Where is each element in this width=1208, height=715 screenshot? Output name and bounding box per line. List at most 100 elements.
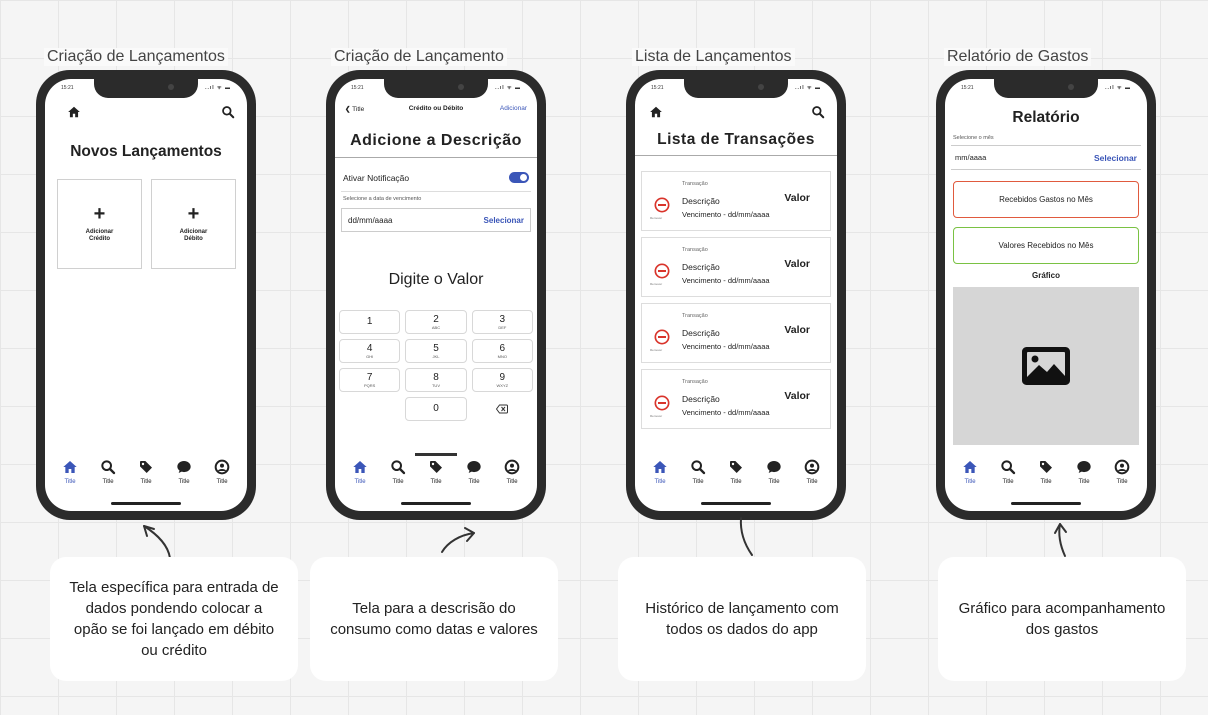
canvas-title-criacao-lancamento: Criação de Lançamento bbox=[331, 48, 507, 66]
select-month-button[interactable]: Selecionar bbox=[1094, 153, 1137, 163]
status-icons: ..ıl ᯤ ▬ bbox=[795, 85, 821, 91]
status-time: 15:21 bbox=[961, 85, 974, 91]
chart-placeholder bbox=[953, 287, 1139, 445]
numeric-keypad: 1 2 ABC 3 DEF 4 GHI 5 JKL 6 MNO 7 PQRS 8 TUV 9W… bbox=[339, 310, 533, 421]
screen-adicione-descricao: 15:21 ..ıl ᯤ ▬ ❮ Title Crédito ou Débito… bbox=[335, 79, 537, 511]
arrow-note-3 bbox=[739, 517, 753, 556]
tab-profile[interactable]: Title bbox=[207, 459, 237, 485]
remove-icon[interactable] bbox=[654, 197, 670, 213]
tab-chat[interactable]: Title bbox=[759, 459, 789, 485]
key-digit: 5 bbox=[433, 342, 439, 354]
transaction-description: Descrição bbox=[682, 394, 720, 404]
canvas-title-criacao-lancamentos: Criação de Lançamentos bbox=[44, 48, 228, 66]
note-historico: Histórico de lançamento com todos os dad… bbox=[618, 557, 866, 681]
home-indicator bbox=[1011, 502, 1081, 505]
received-month-button[interactable]: Valores Recebidos no Mês bbox=[953, 227, 1139, 264]
month-field[interactable]: mm/aaaa Selecionar bbox=[951, 145, 1141, 170]
back-button[interactable]: ❮ Title bbox=[345, 105, 364, 113]
remove-icon[interactable] bbox=[654, 395, 670, 411]
search-icon bbox=[391, 460, 406, 475]
tab-profile[interactable]: Title bbox=[497, 459, 527, 485]
tab-tags[interactable]: Title bbox=[1031, 459, 1061, 485]
key-6[interactable]: 6 MNO bbox=[471, 339, 533, 363]
key-digit: 1 bbox=[366, 316, 373, 327]
tab-bar: Title Title Title Title Title bbox=[945, 459, 1147, 495]
remove-icon[interactable] bbox=[654, 263, 670, 279]
key-2[interactable]: 2 ABC bbox=[405, 310, 467, 334]
spent-month-button[interactable]: Recebidos Gastos no Mês bbox=[953, 181, 1139, 218]
tab-home[interactable]: Title bbox=[345, 459, 375, 485]
key-8[interactable]: 8 TUV bbox=[405, 368, 467, 392]
key-1[interactable]: 1 bbox=[339, 310, 401, 334]
key-3[interactable]: 3 DEF bbox=[471, 310, 533, 334]
tab-label: Title bbox=[768, 479, 780, 485]
home-icon[interactable] bbox=[67, 105, 81, 119]
tab-tags[interactable]: Title bbox=[131, 459, 161, 485]
home-icon[interactable] bbox=[649, 105, 663, 119]
tab-home[interactable]: Title bbox=[55, 459, 85, 485]
tab-search[interactable]: Title bbox=[383, 459, 413, 485]
tab-chat[interactable]: Title bbox=[1069, 459, 1099, 485]
user-icon bbox=[214, 459, 230, 475]
remove-icon[interactable] bbox=[654, 329, 670, 345]
nav-bar: ❮ Title Crédito ou Débito Adicionar bbox=[345, 105, 527, 117]
tab-search[interactable]: Title bbox=[993, 459, 1023, 485]
list-item[interactable]: Remover Transação Descrição Valor Vencim… bbox=[641, 369, 831, 429]
arrow-note-1 bbox=[143, 525, 171, 559]
select-date-button[interactable]: Selecionar bbox=[484, 216, 524, 225]
search-icon[interactable] bbox=[221, 105, 235, 119]
tab-label: Title bbox=[354, 479, 366, 485]
tab-tags[interactable]: Title bbox=[721, 459, 751, 485]
list-item[interactable]: Remover Transação Descrição Valor Vencim… bbox=[641, 303, 831, 363]
key-delete[interactable] bbox=[471, 397, 533, 421]
remove-label: Remover bbox=[650, 216, 663, 220]
add-button[interactable]: Adicionar bbox=[500, 105, 527, 112]
key-letters: WXYZ bbox=[496, 382, 509, 388]
key-letters: MNO bbox=[497, 353, 507, 359]
key-4[interactable]: 4 GHI bbox=[339, 339, 401, 363]
search-icon[interactable] bbox=[811, 105, 825, 119]
tab-label: Title bbox=[964, 479, 976, 485]
add-credit-card[interactable]: + Adicionar Crédito bbox=[57, 179, 142, 269]
key-digit: 8 bbox=[433, 371, 439, 383]
phone-novos-lancamentos: 15:21 ..ıl ᯤ ▬ Novos Lançamentos + Adici… bbox=[36, 70, 256, 520]
key-empty bbox=[339, 397, 400, 421]
tag-icon bbox=[430, 461, 442, 473]
key-digit: 4 bbox=[366, 342, 373, 354]
phone-notch bbox=[94, 79, 198, 98]
tab-chat[interactable]: Title bbox=[459, 459, 489, 485]
key-9[interactable]: 9 WXYZ bbox=[471, 368, 533, 392]
key-0[interactable]: 0 bbox=[405, 397, 467, 421]
key-digit: 0 bbox=[433, 403, 439, 414]
tab-search[interactable]: Title bbox=[683, 459, 713, 485]
month-hint: Selecione o mês bbox=[953, 135, 994, 141]
transaction-due-date: Vencimento - dd/mm/aaaa bbox=[682, 408, 770, 417]
tab-label: Title bbox=[654, 479, 666, 485]
phone-adicione-descricao: 15:21 ..ıl ᯤ ▬ ❮ Title Crédito ou Débito… bbox=[326, 70, 546, 520]
list-item[interactable]: Remover Transação Descrição Valor Vencim… bbox=[641, 171, 831, 231]
list-item[interactable]: Remover Transação Descrição Valor Vencim… bbox=[641, 237, 831, 297]
key-letters: PQRS bbox=[363, 382, 376, 388]
remove-label: Remover bbox=[650, 282, 663, 286]
add-debit-card[interactable]: + Adicionar Débito bbox=[151, 179, 236, 269]
chat-icon bbox=[177, 461, 191, 473]
tab-profile[interactable]: Title bbox=[797, 459, 827, 485]
key-7[interactable]: 7 PQRS bbox=[339, 368, 401, 392]
transaction-label: Transação bbox=[682, 181, 708, 187]
canvas-title-lista-lancamentos: Lista de Lançamentos bbox=[632, 48, 795, 66]
key-5[interactable]: 5 JKL bbox=[405, 339, 467, 363]
tab-home[interactable]: Title bbox=[955, 459, 985, 485]
notification-toggle[interactable] bbox=[509, 172, 529, 183]
due-date-field[interactable]: dd/mm/aaaa Selecionar bbox=[341, 208, 531, 232]
status-time: 15:21 bbox=[351, 85, 364, 91]
transaction-description: Descrição bbox=[682, 196, 720, 206]
due-date-value: dd/mm/aaaa bbox=[348, 215, 393, 225]
tab-profile[interactable]: Title bbox=[1107, 459, 1137, 485]
tab-home[interactable]: Title bbox=[645, 459, 675, 485]
divider bbox=[635, 155, 837, 156]
tab-chat[interactable]: Title bbox=[169, 459, 199, 485]
tab-tags[interactable]: Title bbox=[421, 459, 451, 485]
screen-relatorio: 15:21 ..ıl ᯤ ▬ Relatório Selecione o mês… bbox=[945, 79, 1147, 511]
add-debit-label: Adicionar Débito bbox=[179, 229, 208, 242]
tab-search[interactable]: Title bbox=[93, 459, 123, 485]
